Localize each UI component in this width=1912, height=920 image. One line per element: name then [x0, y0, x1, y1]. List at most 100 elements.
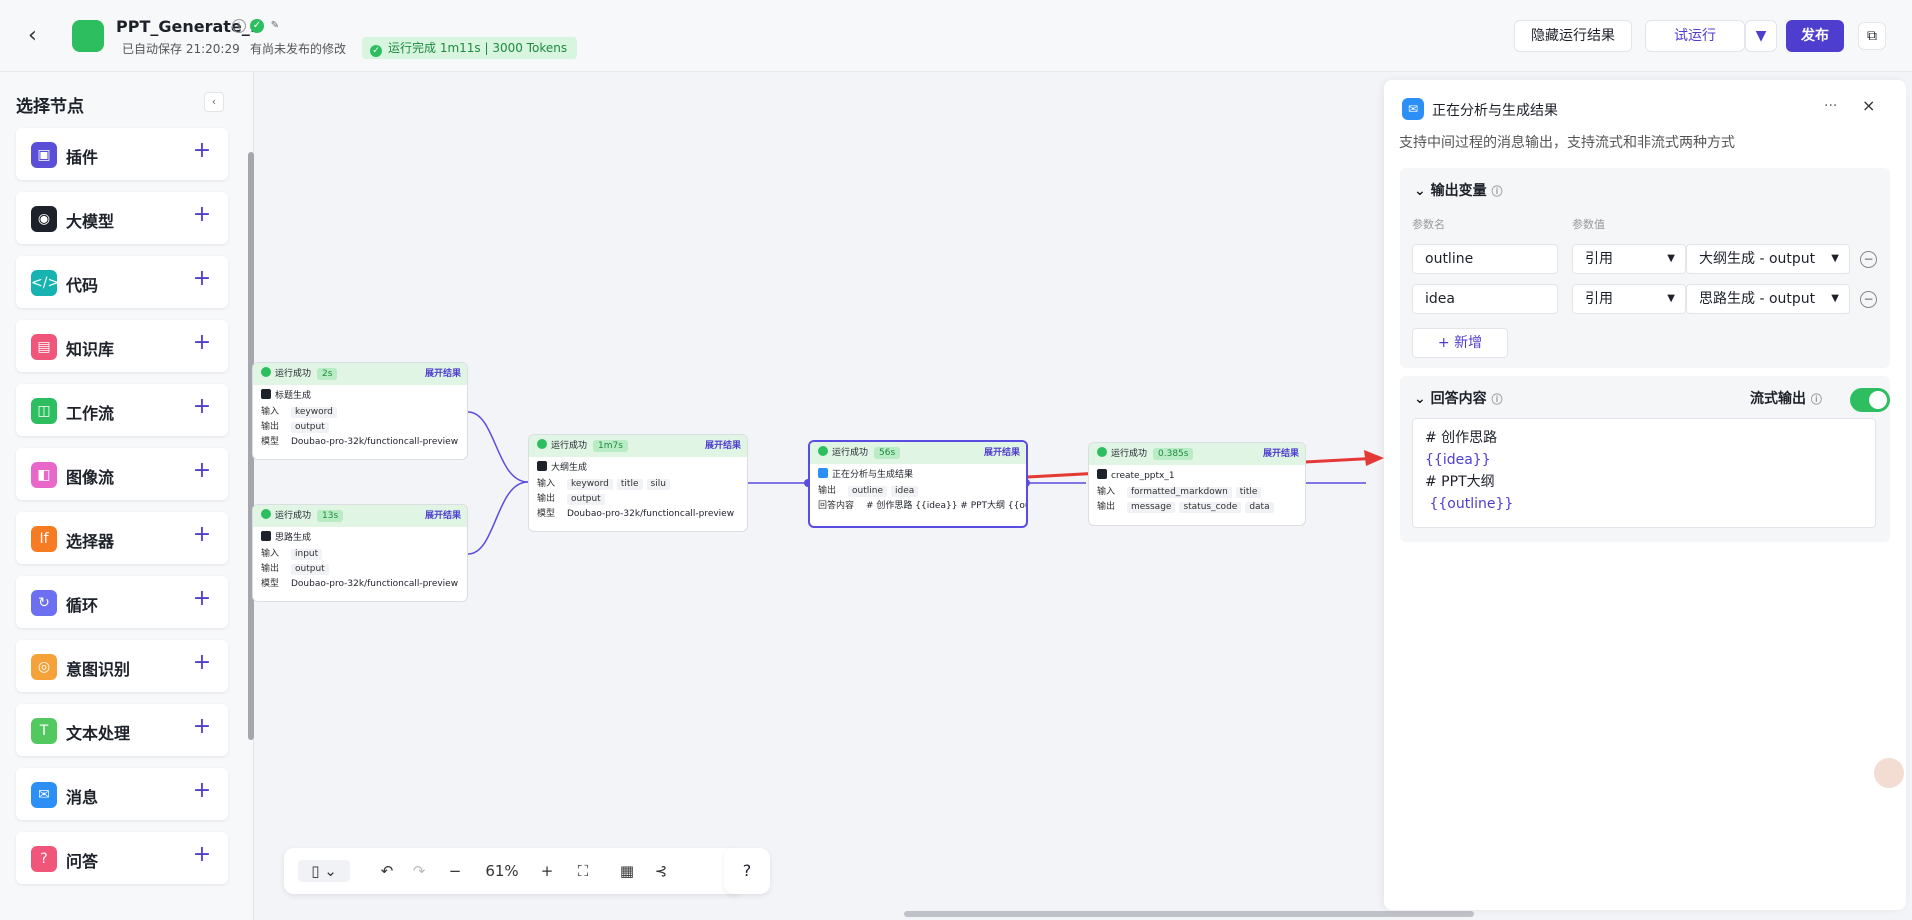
copy-icon[interactable]: ⧉: [1858, 22, 1886, 50]
sidebar-item-label: 插件: [66, 148, 99, 167]
add-icon[interactable]: +: [190, 780, 214, 804]
node-sidebar: 选择节点 ‹ ▣ 插件 + ◉ 大模型 + </> 代码 + ▤ 知识库 + ◫ 工作流 + ◧ 图像…: [0, 72, 254, 920]
fit-view-icon[interactable]: ⛶: [572, 860, 594, 882]
model-name: Doubao-pro-32k/functioncall-preview: [567, 509, 735, 519]
collapse-icon[interactable]: ‹: [204, 92, 224, 112]
back-icon[interactable]: ‹: [28, 24, 52, 48]
row-label: 输入: [261, 549, 280, 559]
selector-icon: If: [31, 526, 57, 552]
expand-results-link[interactable]: 展开结果: [1263, 443, 1299, 465]
add-icon[interactable]: +: [190, 844, 214, 868]
add-icon[interactable]: +: [190, 588, 214, 612]
zoom-out-icon[interactable]: −: [444, 860, 466, 882]
info-icon: ⓘ: [1491, 393, 1503, 406]
pointer-mode-icon[interactable]: ▯ ⌄: [298, 860, 350, 882]
line-style-icon[interactable]: ⊰: [650, 860, 672, 882]
param-name-input[interactable]: idea: [1412, 284, 1558, 314]
sidebar-item-imageflow[interactable]: ◧ 图像流 +: [16, 448, 228, 500]
section-title: 回答内容: [1430, 391, 1487, 407]
expand-results-link[interactable]: 展开结果: [425, 505, 461, 527]
chevron-down-icon: ▼: [1831, 253, 1839, 264]
info-icon[interactable]: i: [232, 19, 246, 33]
plugin-icon: [1097, 469, 1107, 479]
param-tag: formatted_markdown: [1127, 487, 1232, 498]
expand-results-link[interactable]: 展开结果: [705, 435, 741, 457]
answer-preview: # 创作思路 {{idea}} # PPT大纲 {{outli...: [866, 501, 1026, 511]
node-config-panel: ✉ 正在分析与生成结果 ··· × 支持中间过程的消息输出，支持流式和非流式两种…: [1384, 80, 1906, 910]
answer-editor[interactable]: # 创作思路 {{idea}} # PPT大纲 {{outline}}: [1412, 418, 1876, 528]
add-icon[interactable]: +: [190, 204, 214, 228]
info-icon: ⓘ: [1491, 185, 1503, 198]
annotation-arrowhead: [1364, 450, 1384, 466]
edge: [467, 481, 529, 555]
sidebar-item-knowledge[interactable]: ▤ 知识库 +: [16, 320, 228, 372]
test-run-dropdown-icon[interactable]: ▼: [1745, 20, 1777, 52]
add-icon[interactable]: +: [190, 716, 214, 740]
chevron-down-icon: ▼: [1831, 293, 1839, 304]
param-tag: keyword: [567, 479, 613, 490]
sidebar-item-qa[interactable]: ? 问答 +: [16, 832, 228, 884]
hide-results-button[interactable]: 隐藏运行结果: [1514, 20, 1632, 52]
success-icon: [1097, 447, 1107, 457]
ref-value-select[interactable]: 思路生成 - output ▼: [1686, 284, 1850, 314]
add-icon[interactable]: +: [190, 396, 214, 420]
param-name-input[interactable]: outline: [1412, 244, 1558, 274]
add-variable-button[interactable]: + 新增: [1412, 328, 1508, 358]
add-icon[interactable]: +: [190, 332, 214, 356]
section-header[interactable]: ⌄ 回答内容 ⓘ: [1414, 388, 1502, 408]
row-label: 输入: [1097, 487, 1116, 497]
run-status: 运行成功: [275, 511, 312, 521]
output-variables-section: ⌄ 输出变量 ⓘ 参数名 参数值 outline 引用 ▼ 大纲生成 - outp…: [1400, 168, 1890, 368]
remove-icon[interactable]: −: [1860, 291, 1877, 308]
node-message[interactable]: 运行成功 56s 展开结果 正在分析与生成结果 输出 outline idea 回答内容…: [808, 440, 1028, 528]
expand-results-link[interactable]: 展开结果: [425, 363, 461, 385]
close-icon[interactable]: ×: [1862, 96, 1875, 115]
sidebar-item-code[interactable]: </> 代码 +: [16, 256, 228, 308]
autosave-text: 已自动保存 21:20:29: [122, 42, 240, 56]
ref-type-select[interactable]: 引用 ▼: [1572, 244, 1686, 274]
layout-icon[interactable]: ▦: [616, 860, 638, 882]
section-title: 输出变量: [1430, 183, 1487, 199]
param-tag: title: [616, 479, 643, 490]
row-label: 输出: [1097, 502, 1116, 512]
sidebar-item-message[interactable]: ✉ 消息 +: [16, 768, 228, 820]
test-run-button[interactable]: 试运行: [1645, 20, 1745, 52]
node-title-gen[interactable]: 运行成功 2s 展开结果 标题生成 输入 keyword 输出 output 模型 Dou…: [252, 362, 468, 460]
help-icon[interactable]: ?: [724, 848, 770, 894]
sidebar-item-selector[interactable]: If 选择器 +: [16, 512, 228, 564]
add-icon[interactable]: +: [190, 268, 214, 292]
sidebar-item-workflow[interactable]: ◫ 工作流 +: [16, 384, 228, 436]
workflow-canvas[interactable]: 运行成功 2s 展开结果 标题生成 输入 keyword 输出 output 模型 Dou…: [252, 72, 1384, 920]
sidebar-item-text[interactable]: T 文本处理 +: [16, 704, 228, 756]
edit-icon[interactable]: ✎: [268, 19, 282, 33]
stream-label: 流式输出 ⓘ: [1750, 388, 1822, 408]
assistant-avatar[interactable]: [1872, 756, 1906, 790]
more-icon[interactable]: ···: [1824, 98, 1837, 114]
ref-value-select[interactable]: 大纲生成 - output ▼: [1686, 244, 1850, 274]
add-icon[interactable]: +: [190, 652, 214, 676]
undo-icon[interactable]: ↶: [376, 860, 398, 882]
sidebar-item-llm[interactable]: ◉ 大模型 +: [16, 192, 228, 244]
sidebar-item-plugin[interactable]: ▣ 插件 +: [16, 128, 228, 180]
redo-icon[interactable]: ↷: [408, 860, 430, 882]
node-idea-gen[interactable]: 运行成功 13s 展开结果 思路生成 输入 input 输出 output 模型 Doub…: [252, 504, 468, 602]
section-header[interactable]: ⌄ 输出变量 ⓘ: [1414, 180, 1502, 200]
add-icon[interactable]: +: [190, 460, 214, 484]
add-icon[interactable]: +: [190, 524, 214, 548]
node-create-pptx[interactable]: 运行成功 0.385s 展开结果 create_pptx_1 输入 formatted…: [1088, 442, 1306, 526]
zoom-in-icon[interactable]: +: [536, 860, 558, 882]
zoom-level[interactable]: 61%: [480, 860, 524, 882]
param-tag: keyword: [291, 407, 337, 418]
sidebar-item-loop[interactable]: ↻ 循环 +: [16, 576, 228, 628]
sidebar-item-label: 知识库: [66, 340, 115, 359]
ref-type-select[interactable]: 引用 ▼: [1572, 284, 1686, 314]
stream-toggle[interactable]: [1850, 388, 1890, 412]
add-icon[interactable]: +: [190, 140, 214, 164]
intent-icon: ◎: [31, 654, 57, 680]
publish-button[interactable]: 发布: [1786, 20, 1844, 52]
expand-results-link[interactable]: 展开结果: [984, 442, 1020, 464]
remove-icon[interactable]: −: [1860, 251, 1877, 268]
canvas-horizontal-scrollbar[interactable]: [904, 911, 1474, 917]
node-outline-gen[interactable]: 运行成功 1m7s 展开结果 大纲生成 输入 keyword title silu 输出 o…: [528, 434, 748, 532]
sidebar-item-intent[interactable]: ◎ 意图识别 +: [16, 640, 228, 692]
